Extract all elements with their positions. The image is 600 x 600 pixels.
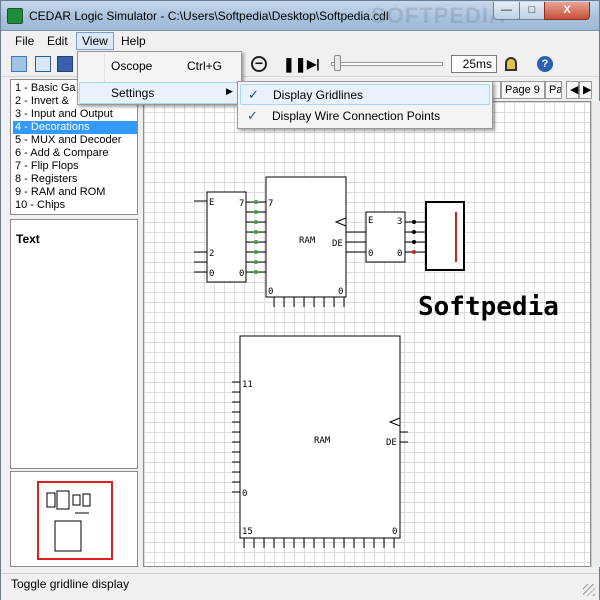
- zoom-out-icon[interactable]: −: [251, 56, 267, 72]
- pin-label: 0: [268, 287, 273, 297]
- library-item[interactable]: 6 - Add & Compare: [13, 147, 137, 160]
- menu-file[interactable]: File: [10, 32, 39, 50]
- tab-scroll-right-button[interactable]: ▶: [579, 81, 592, 99]
- library-item-selected[interactable]: 4 - Decorations: [13, 121, 137, 134]
- minimap[interactable]: [10, 471, 138, 567]
- pin-label: E: [368, 216, 373, 226]
- title-bar[interactable]: CEDAR Logic Simulator - C:\Users\Softped…: [1, 1, 599, 31]
- led-display[interactable]: [425, 201, 465, 271]
- pin-label: 15: [242, 527, 253, 537]
- pin-label: 0: [368, 249, 373, 259]
- window-title: CEDAR Logic Simulator - C:\Users\Softped…: [29, 9, 389, 23]
- application-window: CEDAR Logic Simulator - C:\Users\Softped…: [0, 0, 600, 600]
- library-item[interactable]: 10 - Chips: [13, 199, 137, 212]
- tab-page-10[interactable]: Pa: [545, 81, 562, 99]
- speed-slider-track[interactable]: [331, 62, 443, 66]
- status-bar: Toggle gridline display: [1, 573, 599, 600]
- pin-label: 0: [397, 249, 402, 259]
- pin-label: 0: [242, 489, 247, 499]
- checkmark-icon: ✓: [247, 108, 258, 123]
- settings-submenu: ✓ Display Gridlines ✓ Display Wire Conne…: [237, 81, 493, 129]
- library-item[interactable]: 8 - Registers: [13, 173, 137, 186]
- save-icon[interactable]: [57, 56, 73, 72]
- menu-item-label: Oscope: [111, 59, 153, 73]
- circuit-diagram: E 2 0 7 0 7 0 0 DE RAM E 0 3 0 11 0 15 0…: [194, 176, 465, 548]
- watermark: SOFTPEDIA: [371, 3, 506, 28]
- close-button[interactable]: X: [544, 2, 590, 20]
- menu-edit[interactable]: Edit: [42, 32, 73, 50]
- app-icon: [7, 8, 23, 24]
- menu-item-label: Display Gridlines: [273, 88, 364, 102]
- pin-label: 3: [397, 217, 402, 227]
- menu-help[interactable]: Help: [116, 32, 151, 50]
- library-item[interactable]: 3 - Input and Output: [13, 108, 137, 121]
- pin-label: 0: [209, 269, 214, 279]
- pin-label: DE: [332, 239, 343, 249]
- menu-item-display-wire-connection-points[interactable]: ✓ Display Wire Connection Points: [240, 106, 490, 127]
- open-folder-icon[interactable]: [11, 56, 27, 72]
- resize-grip-icon[interactable]: [583, 584, 595, 596]
- minimap-thumbnail: [46, 490, 91, 552]
- ram-label: RAM: [314, 436, 331, 446]
- pin-label: E: [209, 198, 214, 208]
- pin-label: 7: [268, 199, 273, 209]
- checkmark-icon: ✓: [248, 87, 259, 102]
- menu-item-label: Display Wire Connection Points: [272, 109, 441, 123]
- minimap-viewport[interactable]: [37, 481, 113, 560]
- library-item[interactable]: 5 - MUX and Decoder: [13, 134, 137, 147]
- pin-label: 0: [239, 269, 244, 279]
- tab-scroll-left-button[interactable]: ◀: [566, 81, 579, 99]
- pin-label: 7: [239, 199, 244, 209]
- menu-item-display-gridlines[interactable]: ✓ Display Gridlines: [240, 84, 490, 105]
- preview-title: Text: [16, 232, 40, 246]
- view-menu-dropdown: Oscope Ctrl+G Settings ▶: [77, 51, 242, 105]
- speed-slider-thumb[interactable]: [334, 55, 341, 71]
- pin-label: 0: [338, 287, 343, 297]
- lock-icon[interactable]: [505, 57, 517, 71]
- menu-item-label: Settings: [111, 86, 155, 100]
- softpedia-text-decoration[interactable]: Softpedia: [418, 292, 559, 322]
- status-text: Toggle gridline display: [11, 577, 130, 591]
- component-preview-panel: Text: [10, 219, 138, 469]
- ram-label: RAM: [299, 236, 316, 246]
- maximize-button[interactable]: □: [519, 2, 545, 20]
- menu-view[interactable]: View: [76, 32, 114, 50]
- pin-label: 2: [209, 249, 214, 259]
- menu-item-shortcut: Ctrl+G: [187, 59, 223, 73]
- help-icon[interactable]: ?: [537, 56, 553, 72]
- vertical-scrollbar[interactable]: [591, 101, 600, 567]
- speed-field[interactable]: 25ms: [451, 55, 497, 73]
- new-file-icon[interactable]: [35, 56, 51, 72]
- menu-item-oscope[interactable]: Oscope Ctrl+G: [79, 55, 240, 77]
- tab-page-9[interactable]: Page 9: [501, 81, 545, 99]
- submenu-arrow-icon: ▶: [226, 86, 233, 96]
- step-icon[interactable]: ▶|: [307, 56, 323, 72]
- library-item[interactable]: 7 - Flip Flops: [13, 160, 137, 173]
- pin-label: DE: [386, 438, 397, 448]
- pin-label: 0: [392, 527, 397, 537]
- library-item[interactable]: 9 - RAM and ROM: [13, 186, 137, 199]
- menu-bar: File Edit View Help: [1, 31, 599, 51]
- menu-item-settings[interactable]: Settings ▶: [79, 82, 240, 104]
- pin-label: 11: [242, 380, 253, 390]
- minimize-button[interactable]: —: [493, 2, 520, 20]
- circuit-canvas[interactable]: E 2 0 7 0 7 0 0 DE RAM E 0 3 0 11 0 15 0…: [143, 101, 591, 567]
- pause-icon[interactable]: ❚❚: [283, 56, 306, 72]
